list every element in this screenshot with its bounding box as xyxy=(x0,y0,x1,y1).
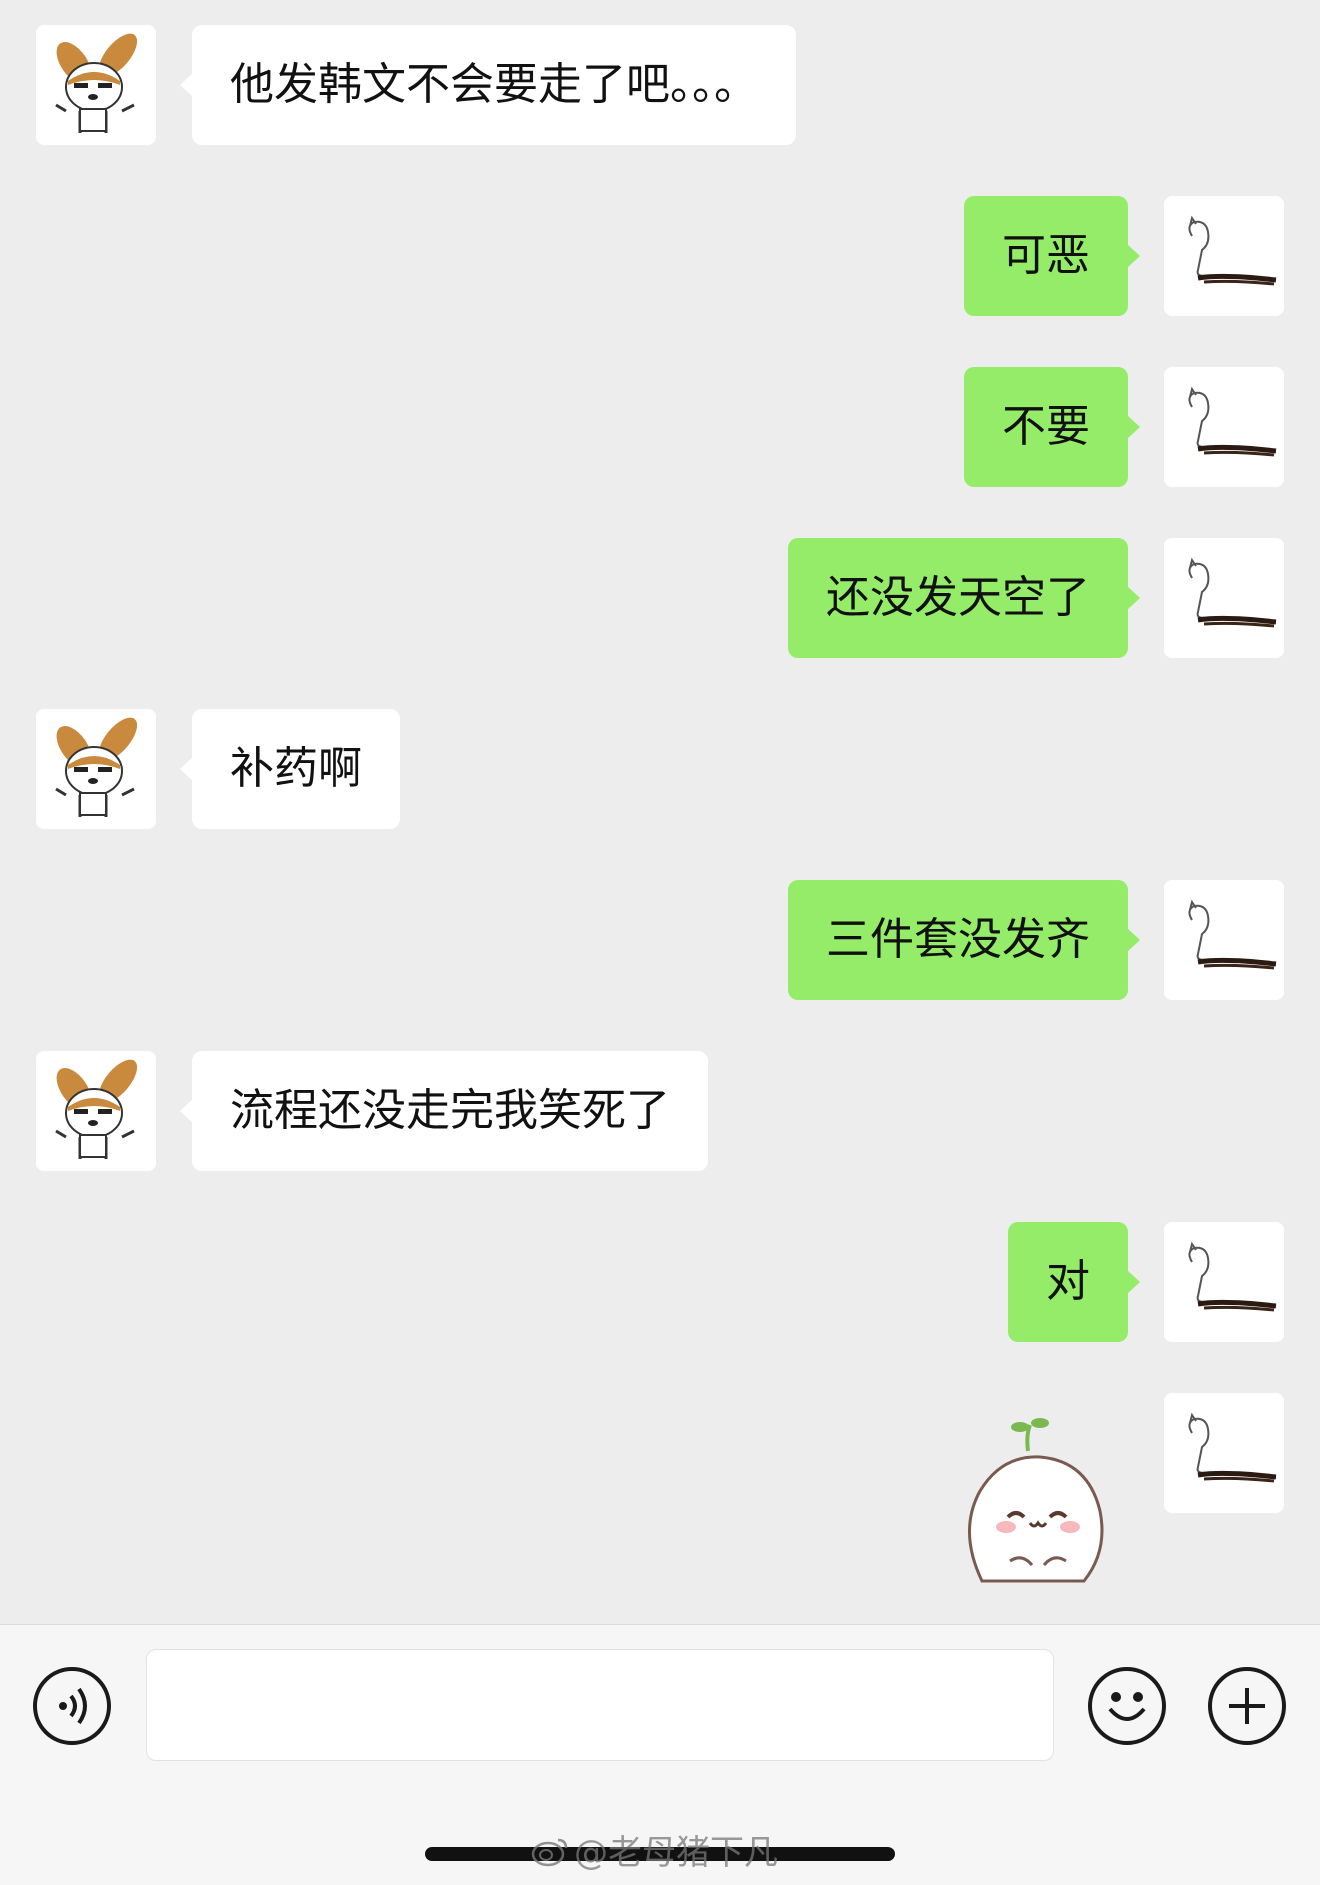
cartoon-dog-icon xyxy=(55,1059,138,1159)
self-avatar[interactable] xyxy=(1164,1222,1284,1342)
input-bar: @老母猪下凡 xyxy=(0,1624,1320,1885)
self-avatar[interactable] xyxy=(1164,880,1284,1000)
sketch-figure-icon xyxy=(1188,557,1277,628)
cartoon-dog-icon xyxy=(55,717,138,817)
message-bubble[interactable]: 他发韩文不会要走了吧。。。 xyxy=(180,25,796,145)
self-avatar[interactable] xyxy=(1164,367,1284,487)
plus-button[interactable] xyxy=(1208,1667,1286,1745)
sketch-figure-icon xyxy=(1188,386,1277,457)
sketch-figure-icon xyxy=(1188,215,1277,286)
message-bubble[interactable]: 不要 xyxy=(964,367,1140,487)
message-input[interactable] xyxy=(146,1649,1054,1761)
contact-avatar[interactable] xyxy=(36,1051,156,1171)
contact-avatar[interactable] xyxy=(36,25,156,145)
sketch-figure-icon xyxy=(1188,899,1277,970)
sketch-figure-icon xyxy=(1188,1241,1277,1312)
emoji-icon xyxy=(1108,1692,1146,1721)
message-bubble[interactable]: 还没发天空了 xyxy=(788,538,1140,658)
contact-avatar[interactable] xyxy=(36,709,156,829)
chat-area[interactable]: 他发韩文不会要走了吧。。。 可恶 不要 还没发天空了 补药啊 三件套没发齐 流程… xyxy=(0,0,1320,1624)
weibo-icon xyxy=(531,1838,568,1867)
smiling-dumpling-sticker[interactable] xyxy=(950,1411,1120,1591)
self-avatar[interactable] xyxy=(1164,1393,1284,1513)
message-bubble[interactable]: 可恶 xyxy=(964,196,1140,316)
message-bubble[interactable]: 补药啊 xyxy=(180,709,400,829)
smiling-dumpling-icon xyxy=(968,1418,1104,1583)
cartoon-dog-icon xyxy=(55,33,138,133)
message-bubble[interactable]: 流程还没走完我笑死了 xyxy=(180,1051,708,1171)
message-bubble[interactable]: 对 xyxy=(1008,1222,1140,1342)
self-avatar[interactable] xyxy=(1164,196,1284,316)
watermark: @老母猪下凡 xyxy=(530,1831,778,1875)
voice-button[interactable] xyxy=(33,1667,111,1745)
message-bubble[interactable]: 三件套没发齐 xyxy=(788,880,1140,1000)
sketch-figure-icon xyxy=(1188,1412,1277,1483)
plus-icon xyxy=(1229,1688,1265,1724)
voice-icon xyxy=(59,1687,87,1725)
self-avatar[interactable] xyxy=(1164,538,1284,658)
watermark-text: @老母猪下凡 xyxy=(574,1833,778,1873)
emoji-button[interactable] xyxy=(1088,1667,1166,1745)
